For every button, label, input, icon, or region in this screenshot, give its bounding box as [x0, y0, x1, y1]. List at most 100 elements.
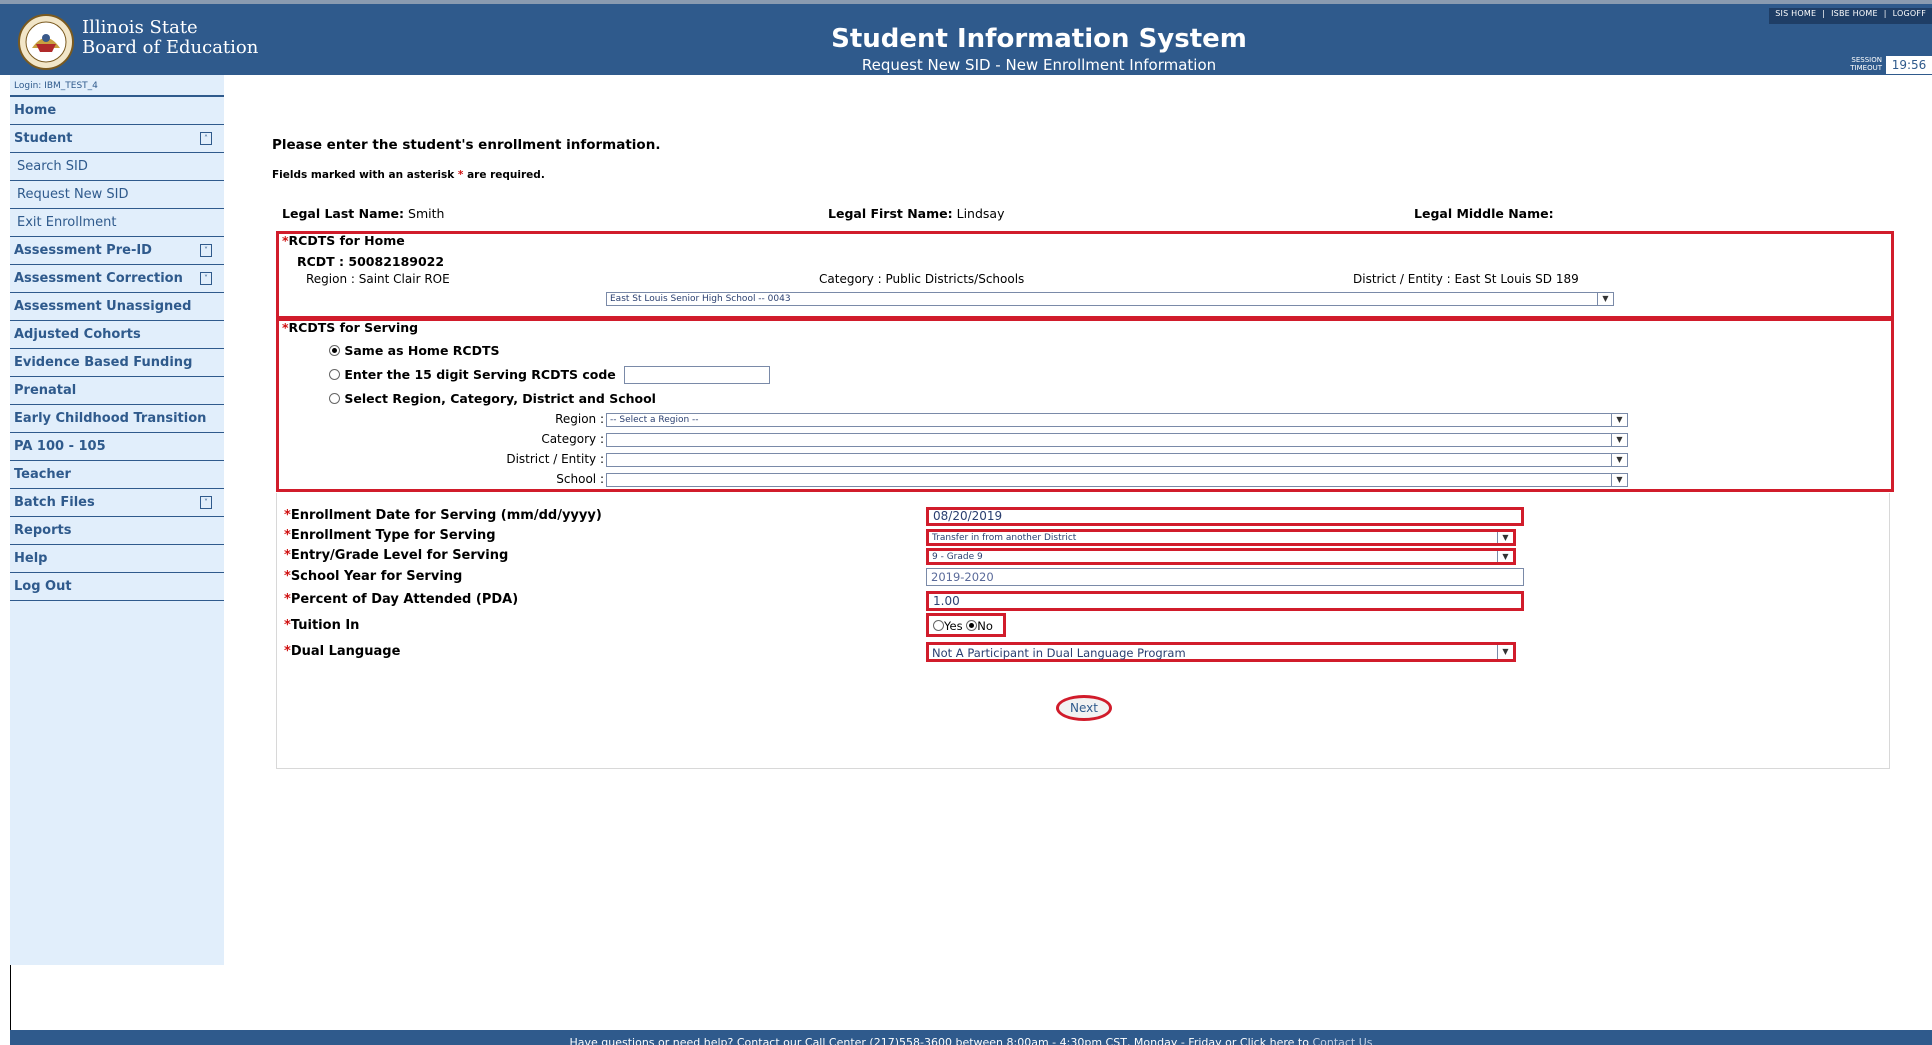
logoff-link[interactable]: LOGOFF	[1893, 9, 1926, 18]
isbe-home-link[interactable]: ISBE HOME	[1831, 9, 1878, 18]
dual-language-select[interactable]: Not A Participant in Dual Language Progr…	[926, 642, 1516, 662]
home-school-select[interactable]: East St Louis Senior High School -- 0043…	[606, 292, 1614, 306]
enroll-date-input[interactable]: 08/20/2019	[926, 507, 1524, 526]
sidebar-item-student[interactable]: Student ˄	[10, 125, 224, 153]
sidebar-item-home[interactable]: Home	[10, 97, 224, 125]
sidebar-item-exit-enrollment[interactable]: Exit Enrollment	[10, 209, 224, 237]
serving-option-code[interactable]: Enter the 15 digit Serving RCDTS code	[329, 367, 616, 382]
chevron-down-icon: ▼	[1597, 293, 1613, 305]
sidebar-item-label: Batch Files	[14, 495, 95, 510]
serving-option-select[interactable]: Select Region, Category, District and Sc…	[329, 391, 656, 406]
rcdts-serving-title: *RCDTS for Serving	[282, 320, 418, 335]
required-asterisk: *	[284, 644, 291, 659]
footer: Have questions or need help? Contact our…	[10, 1030, 1932, 1045]
home-school-select-value: East St Louis Senior High School -- 0043	[610, 294, 791, 304]
serving-region-select-value: -- Select a Region --	[610, 415, 699, 425]
radio-select-region[interactable]	[329, 393, 340, 404]
radio-same-as-home[interactable]	[329, 345, 340, 356]
school-year-label-text: School Year for Serving	[290, 569, 463, 584]
grade-level-label-text: Entry/Grade Level for Serving	[290, 548, 509, 563]
enroll-type-label: *Enrollment Type for Serving	[284, 528, 496, 543]
sidebar-item-label: Assessment Pre-ID	[14, 243, 152, 258]
sidebar: Login: IBM_TEST_4 Home Student ˄ Search SID…	[10, 75, 224, 965]
required-asterisk: *	[284, 618, 291, 633]
tuition-yes-label: Yes	[944, 619, 963, 633]
sidebar-item-log-out[interactable]: Log Out	[10, 573, 224, 601]
sidebar-item-batch-files[interactable]: Batch Files ˅	[10, 489, 224, 517]
tuition-in-label-text: Tuition In	[290, 618, 360, 633]
required-asterisk: *	[284, 508, 291, 523]
serving-district-label: District / Entity :	[506, 452, 604, 466]
expand-chevron-icon[interactable]: ˅	[200, 495, 212, 509]
sidebar-item-reports[interactable]: Reports	[10, 517, 224, 545]
sidebar-item-prenatal[interactable]: Prenatal	[10, 377, 224, 405]
enroll-type-label-text: Enrollment Type for Serving	[290, 528, 496, 543]
pda-input[interactable]: 1.00	[926, 591, 1524, 611]
sidebar-item-label: Log Out	[14, 579, 72, 594]
serving-region-select[interactable]: -- Select a Region -- ▼	[606, 413, 1628, 427]
tuition-in-radio-group: Yes No	[926, 613, 1006, 637]
nav-list: Home Student ˄ Search SID Request New SID Exi…	[10, 97, 224, 601]
sidebar-item-teacher[interactable]: Teacher	[10, 461, 224, 489]
chevron-down-icon: ▼	[1497, 551, 1513, 562]
next-button[interactable]: Next	[1056, 695, 1112, 721]
serving-option-same[interactable]: Same as Home RCDTS	[329, 343, 500, 358]
chevron-down-icon: ▼	[1611, 414, 1627, 426]
grade-level-select[interactable]: 9 - Grade 9 ▼	[926, 548, 1516, 565]
serving-school-select[interactable]: ▼	[606, 473, 1628, 487]
required-asterisk: *	[284, 592, 291, 607]
enroll-date-label-text: Enrollment Date for Serving (mm/dd/yyyy)	[290, 508, 602, 523]
sidebar-item-label: Evidence Based Funding	[14, 355, 193, 370]
sidebar-item-label: Prenatal	[14, 383, 77, 398]
required-asterisk: *	[284, 528, 291, 543]
sidebar-item-assessment-unassigned[interactable]: Assessment Unassigned	[10, 293, 224, 321]
required-asterisk: *	[284, 548, 291, 563]
intro-text: Please enter the student's enrollment in…	[272, 137, 661, 153]
sidebar-item-early-childhood-transition[interactable]: Early Childhood Transition	[10, 405, 224, 433]
expand-chevron-icon[interactable]: ˅	[200, 243, 212, 257]
radio-tuition-no[interactable]	[966, 620, 978, 631]
sidebar-item-adjusted-cohorts[interactable]: Adjusted Cohorts	[10, 321, 224, 349]
sidebar-item-label: Student	[14, 131, 73, 146]
dual-language-select-value: Not A Participant in Dual Language Progr…	[932, 646, 1186, 660]
sidebar-item-pa-100-105[interactable]: PA 100 - 105	[10, 433, 224, 461]
collapse-chevron-icon[interactable]: ˄	[200, 131, 212, 145]
chevron-down-icon: ▼	[1611, 474, 1627, 486]
sidebar-item-assessment-pre-id[interactable]: Assessment Pre-ID ˅	[10, 237, 224, 265]
radio-enter-code[interactable]	[329, 369, 340, 380]
enroll-type-select-value: Transfer in from another District	[932, 533, 1077, 543]
legal-first-name-label: Legal First Name:	[828, 206, 953, 221]
chevron-down-icon: ▼	[1497, 532, 1513, 543]
session-label-line1: SESSION	[1851, 56, 1882, 64]
sis-home-link[interactable]: SIS HOME	[1775, 9, 1816, 18]
serving-district-select[interactable]: ▼	[606, 453, 1628, 467]
enroll-type-select[interactable]: Transfer in from another District ▼	[926, 529, 1516, 546]
radio-tuition-yes[interactable]	[933, 620, 944, 631]
legal-first-name-value: Lindsay	[956, 206, 1005, 221]
required-note-pre: Fields marked with an asterisk	[272, 169, 455, 181]
session-timeout-label: SESSION TIMEOUT	[1850, 56, 1882, 72]
serving-rcdts-code-input[interactable]	[624, 366, 770, 384]
pda-label: *Percent of Day Attended (PDA)	[284, 592, 518, 607]
sidebar-item-label: PA 100 - 105	[14, 439, 106, 454]
sidebar-item-label: Search SID	[17, 159, 88, 174]
expand-chevron-icon[interactable]: ˅	[200, 271, 212, 285]
dual-language-label: *Dual Language	[284, 644, 400, 659]
enroll-date-label: *Enrollment Date for Serving (mm/dd/yyyy…	[284, 508, 602, 523]
sidebar-item-label: Home	[14, 103, 57, 118]
sidebar-item-search-sid[interactable]: Search SID	[10, 153, 224, 181]
sidebar-item-help[interactable]: Help	[10, 545, 224, 573]
sidebar-item-assessment-correction[interactable]: Assessment Correction ˅	[10, 265, 224, 293]
contact-us-link[interactable]: Contact Us	[1312, 1036, 1372, 1045]
serving-category-select[interactable]: ▼	[606, 433, 1628, 447]
sidebar-item-request-new-sid[interactable]: Request New SID	[10, 181, 224, 209]
serving-option-same-label: Same as Home RCDTS	[344, 343, 500, 358]
serving-region-label: Region :	[555, 412, 604, 426]
tuition-no-label: No	[977, 619, 993, 633]
sidebar-item-evidence-based-funding[interactable]: Evidence Based Funding	[10, 349, 224, 377]
pda-label-text: Percent of Day Attended (PDA)	[290, 592, 519, 607]
chevron-down-icon: ▼	[1611, 454, 1627, 466]
legal-middle-name-label: Legal Middle Name:	[1414, 206, 1554, 221]
app-header: Illinois State Board of Education Studen…	[0, 0, 1932, 75]
sidebar-item-label: Assessment Correction	[14, 271, 183, 286]
